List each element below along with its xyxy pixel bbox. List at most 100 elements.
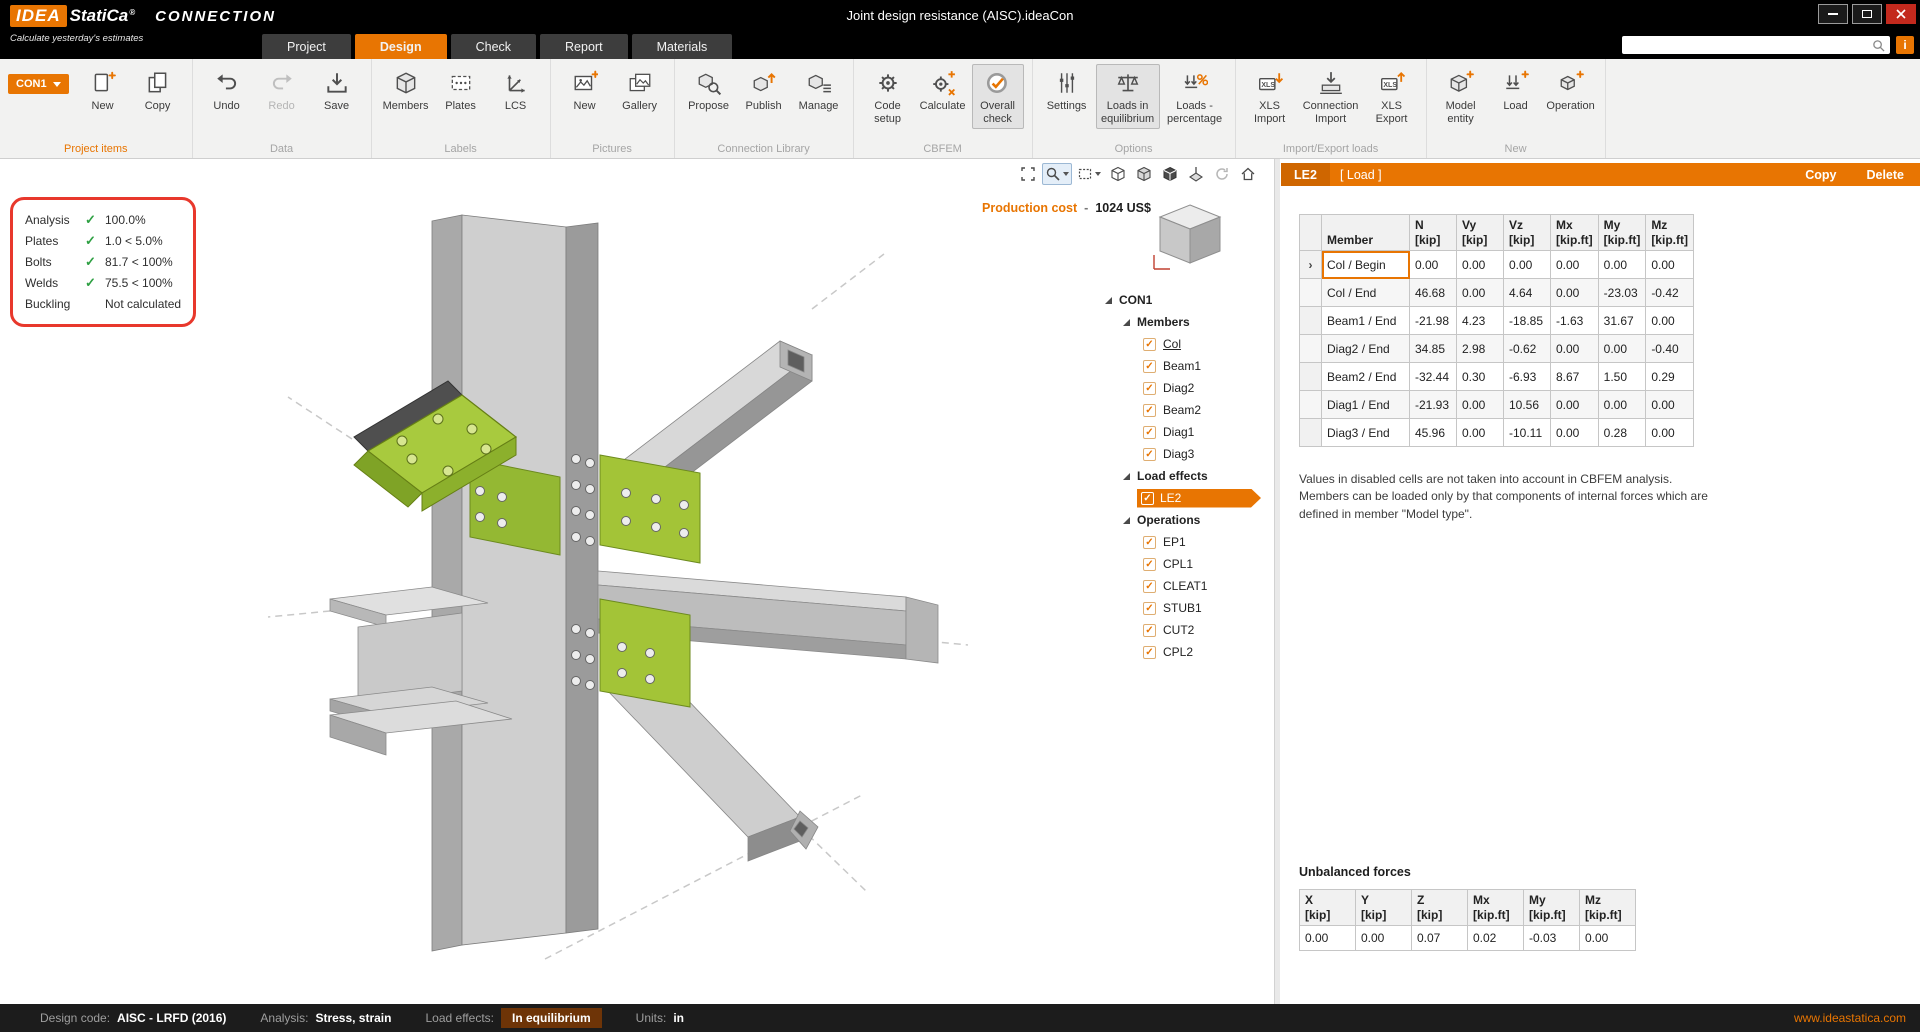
tree-item-beam2[interactable]: ✓ Beam2 — [1103, 399, 1267, 421]
value-cell[interactable]: 4.64 — [1503, 278, 1551, 307]
propose-button[interactable]: Propose — [683, 64, 735, 117]
tree-item-ep1[interactable]: ✓ EP1 — [1103, 531, 1267, 553]
value-cell[interactable]: 0.00 — [1550, 334, 1599, 363]
value-cell[interactable]: 0.00 — [1503, 250, 1551, 279]
zoom-tool-button[interactable] — [1042, 163, 1072, 185]
row-selector[interactable] — [1299, 418, 1322, 447]
member-cell[interactable]: Diag3 / End — [1321, 418, 1410, 447]
tree-item-diag2[interactable]: ✓ Diag2 — [1103, 377, 1267, 399]
tree-item-cleat1[interactable]: ✓ CLEAT1 — [1103, 575, 1267, 597]
value-cell[interactable]: 0.00 — [1550, 418, 1599, 447]
tab-check[interactable]: Check — [450, 34, 537, 59]
checkbox-icon[interactable]: ✓ — [1143, 579, 1156, 593]
row-selector[interactable] — [1299, 306, 1322, 335]
expander-icon[interactable] — [1123, 318, 1130, 326]
value-cell[interactable]: 31.67 — [1597, 306, 1647, 335]
value-cell[interactable]: 0.00 — [1645, 306, 1694, 335]
3d-viewport[interactable]: Analysis ✓ 100.0% Plates ✓ 1.0 < 5.0% Bo… — [0, 159, 1274, 1004]
tree-item-cpl1[interactable]: ✓ CPL1 — [1103, 553, 1267, 575]
value-cell[interactable]: -0.62 — [1503, 334, 1551, 363]
checkbox-icon[interactable]: ✓ — [1143, 601, 1156, 615]
search-input[interactable] — [1622, 38, 1872, 52]
checkbox-icon[interactable]: ✓ — [1143, 359, 1156, 373]
new-operation-button[interactable]: Operation — [1545, 64, 1597, 117]
manage-button[interactable]: Manage — [793, 64, 845, 117]
copy-project-item-button[interactable]: Copy — [132, 64, 184, 117]
value-cell[interactable]: 4.23 — [1456, 306, 1504, 335]
xls-import-button[interactable]: XLS XLS Import — [1244, 64, 1296, 129]
delete-load-button[interactable]: Delete — [1866, 168, 1904, 182]
members-labels-button[interactable]: Members — [380, 64, 432, 117]
tree-item-con1[interactable]: CON1 — [1103, 289, 1267, 311]
tab-project[interactable]: Project — [262, 34, 351, 59]
new-picture-button[interactable]: New — [559, 64, 611, 117]
tab-materials[interactable]: Materials — [631, 34, 733, 59]
value-cell[interactable]: 0.00 — [1645, 250, 1694, 279]
value-cell[interactable]: 0.28 — [1597, 418, 1647, 447]
connection-import-button[interactable]: Connection Import — [1299, 64, 1363, 129]
home-view-button[interactable] — [1236, 163, 1260, 185]
tree-group-members[interactable]: Members — [1103, 311, 1267, 333]
value-cell[interactable]: -0.42 — [1645, 278, 1694, 307]
tree-item-col[interactable]: ✓ Col — [1103, 333, 1267, 355]
value-cell[interactable]: 0.00 — [1550, 390, 1599, 419]
value-cell[interactable]: 10.56 — [1503, 390, 1551, 419]
view-shaded-button[interactable] — [1132, 163, 1156, 185]
value-cell[interactable]: -1.63 — [1550, 306, 1599, 335]
info-button[interactable]: i — [1896, 36, 1914, 54]
value-cell[interactable]: 8.67 — [1550, 362, 1599, 391]
con1-dropdown[interactable]: CON1 — [8, 74, 69, 94]
member-cell[interactable]: Col / End — [1321, 278, 1410, 307]
value-cell[interactable]: 0.00 — [1645, 418, 1694, 447]
checkbox-icon[interactable]: ✓ — [1143, 535, 1156, 549]
clip-plane-button[interactable] — [1184, 163, 1208, 185]
loads-in-equilibrium-button[interactable]: Loads in equilibrium — [1095, 64, 1160, 130]
tree-group-load-effects[interactable]: Load effects — [1103, 465, 1267, 487]
tree-item-stub1[interactable]: ✓ STUB1 — [1103, 597, 1267, 619]
maximize-button[interactable] — [1852, 4, 1882, 24]
view-solid-button[interactable] — [1158, 163, 1182, 185]
calculate-button[interactable]: Calculate — [917, 64, 969, 117]
checkbox-icon[interactable]: ✓ — [1143, 623, 1156, 637]
publish-button[interactable]: Publish — [738, 64, 790, 117]
select-tool-button[interactable] — [1074, 163, 1104, 185]
code-setup-button[interactable]: Code setup — [862, 64, 914, 129]
value-cell[interactable]: 0.00 — [1456, 390, 1504, 419]
tab-report[interactable]: Report — [540, 34, 628, 59]
website-link[interactable]: www.ideastatica.com — [1794, 1011, 1906, 1025]
value-cell[interactable]: 45.96 — [1409, 418, 1457, 447]
member-cell[interactable]: Diag1 / End — [1321, 390, 1410, 419]
xls-export-button[interactable]: XLS XLS Export — [1366, 64, 1418, 129]
panel-splitter[interactable] — [1274, 159, 1280, 1004]
value-cell[interactable]: 0.00 — [1645, 390, 1694, 419]
value-cell[interactable]: 0.00 — [1456, 418, 1504, 447]
expander-icon[interactable] — [1105, 296, 1112, 304]
value-cell[interactable]: 0.00 — [1597, 390, 1647, 419]
checkbox-icon[interactable]: ✓ — [1143, 645, 1156, 659]
value-cell[interactable]: 0.00 — [1597, 334, 1647, 363]
rotate-view-button[interactable] — [1210, 163, 1234, 185]
value-cell[interactable]: -21.93 — [1409, 390, 1457, 419]
row-selector[interactable] — [1299, 390, 1322, 419]
selected-load-effect[interactable]: ✓ LE2 — [1137, 489, 1261, 508]
overall-check-button[interactable]: Overall check — [971, 64, 1024, 130]
tab-design[interactable]: Design — [354, 34, 447, 59]
fit-view-button[interactable] — [1016, 163, 1040, 185]
tree-item-le2[interactable]: ✓ LE2 — [1103, 487, 1267, 509]
member-cell[interactable]: Beam1 / End — [1321, 306, 1410, 335]
row-selector[interactable]: › — [1299, 250, 1322, 279]
checkbox-icon[interactable]: ✓ — [1143, 557, 1156, 571]
settings-button[interactable]: Settings — [1041, 64, 1093, 117]
value-cell[interactable]: 0.00 — [1456, 278, 1504, 307]
expander-icon[interactable] — [1123, 516, 1130, 524]
row-selector[interactable] — [1299, 334, 1322, 363]
tree-item-beam1[interactable]: ✓ Beam1 — [1103, 355, 1267, 377]
save-button[interactable]: Save — [311, 64, 363, 117]
tree-item-diag3[interactable]: ✓ Diag3 — [1103, 443, 1267, 465]
copy-load-button[interactable]: Copy — [1805, 168, 1836, 182]
value-cell[interactable]: 1.50 — [1597, 362, 1647, 391]
tree-group-operations[interactable]: Operations — [1103, 509, 1267, 531]
value-cell[interactable]: 2.98 — [1456, 334, 1504, 363]
close-button[interactable] — [1886, 4, 1916, 24]
plates-labels-button[interactable]: Plates — [435, 64, 487, 117]
